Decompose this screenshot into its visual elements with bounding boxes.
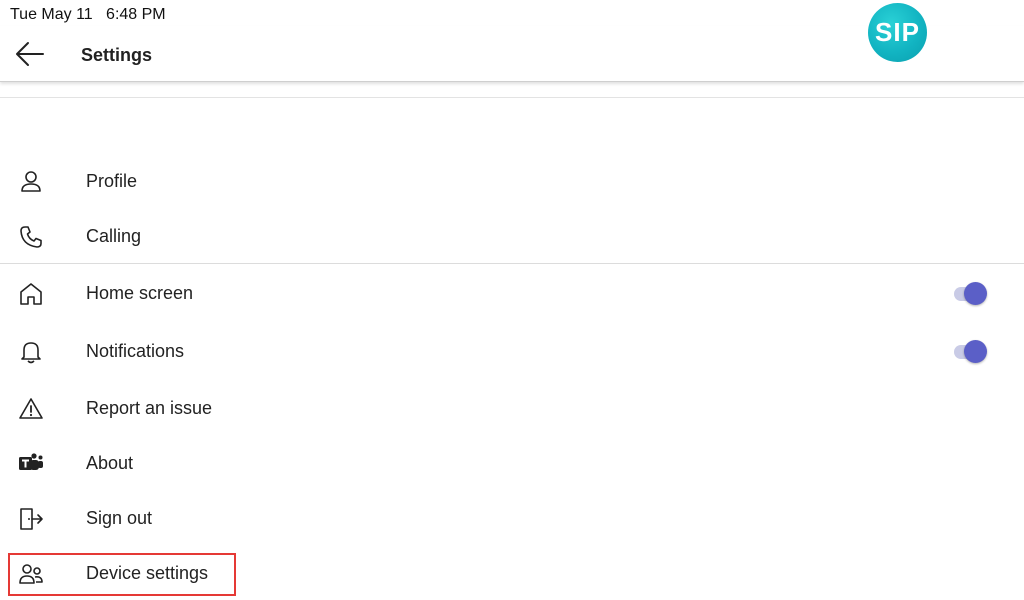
menu-item-label: Report an issue (86, 398, 213, 418)
back-arrow-icon[interactable] (14, 40, 46, 68)
status-bar: Tue May 11 6:48 PM (10, 6, 166, 24)
notifications-toggle[interactable] (954, 340, 988, 364)
sip-logo: SIP (868, 3, 927, 62)
home-screen-toggle[interactable] (954, 282, 988, 306)
menu-item-report-issue[interactable]: Report an issue (0, 384, 1024, 434)
sip-logo-text: SIP (875, 17, 920, 47)
teams-logo-icon (18, 451, 44, 477)
status-time: 6:48 PM (106, 6, 166, 23)
menu-item-label: About (86, 453, 134, 473)
toggle-knob (964, 340, 987, 363)
divider (0, 97, 1024, 98)
warning-icon (18, 396, 44, 422)
menu-item-about[interactable]: About (0, 439, 1024, 489)
menu-item-home-screen[interactable]: Home screen (0, 269, 1024, 319)
menu-item-label: Calling (86, 226, 142, 246)
toggle-knob (964, 282, 987, 305)
home-icon (18, 281, 44, 307)
menu-item-notifications[interactable]: Notifications (0, 327, 1024, 377)
phone-icon (18, 224, 44, 250)
section-divider (0, 263, 1024, 264)
menu-item-label: Profile (86, 171, 138, 191)
menu-item-calling[interactable]: Calling (0, 212, 1024, 262)
menu-item-profile[interactable]: Profile (0, 157, 1024, 207)
bell-icon (18, 339, 44, 365)
person-icon (18, 169, 44, 195)
menu-item-sign-out[interactable]: Sign out (0, 494, 1024, 544)
sign-out-icon (18, 506, 44, 532)
page-title: Settings (81, 45, 153, 65)
status-date: Tue May 11 (10, 6, 93, 23)
menu-item-label: Sign out (86, 508, 153, 528)
menu-item-label: Notifications (86, 341, 185, 361)
menu-item-label: Home screen (86, 283, 194, 303)
highlight-box (8, 553, 236, 596)
